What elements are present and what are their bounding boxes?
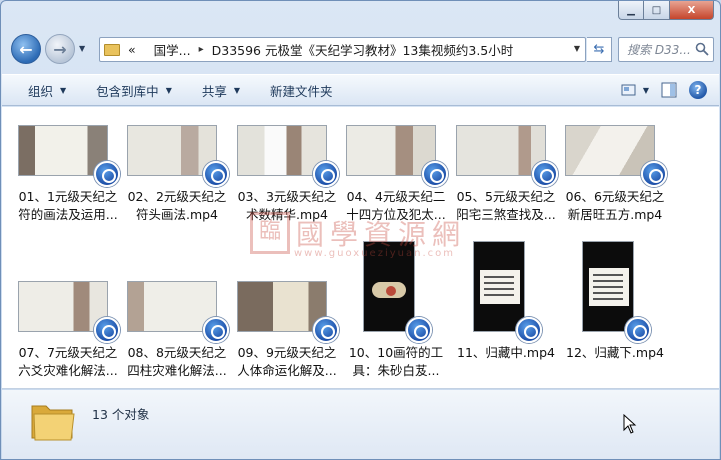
chevron-down-icon: ▼ <box>60 85 67 95</box>
explorer-window: ▁ □ X ← → ▼ « 国学... ▸ D33596 元极堂《天纪学习教材》… <box>0 0 721 460</box>
breadcrumb-separator[interactable]: ▸ <box>199 44 204 55</box>
address-bar[interactable]: « 国学... ▸ D33596 元极堂《天纪学习教材》13集视频约3.5小时 … <box>99 37 586 62</box>
file-name-line1: 06、6元级天纪之 <box>565 189 665 204</box>
media-player-icon <box>313 161 339 187</box>
chevron-down-icon: ▼ <box>233 85 241 95</box>
preview-pane-button[interactable] <box>661 82 677 98</box>
file-name-line2: 符的画法及运用... <box>18 207 118 222</box>
refresh-icon: ⇆ <box>593 42 605 57</box>
search-icon[interactable] <box>695 42 709 56</box>
preview-pane-icon <box>661 82 677 98</box>
folder-icon <box>31 405 75 441</box>
address-dropdown-icon[interactable]: ▼ <box>574 44 580 53</box>
media-player-icon <box>313 317 339 343</box>
new-folder-label: 新建文件夹 <box>270 83 333 99</box>
media-player-icon <box>532 161 558 187</box>
chevron-down-icon: ▼ <box>642 85 649 95</box>
media-player-icon <box>422 161 448 187</box>
file-name-line2: 具：朱砂白芨... <box>352 363 440 378</box>
search-input[interactable]: 搜索 D33... <box>618 37 714 62</box>
navigation-bar: ← → ▼ « 国学... ▸ D33596 元极堂《天纪学习教材》13集视频约… <box>9 31 714 67</box>
share-menu[interactable]: 共享 ▼ <box>202 81 240 100</box>
media-player-icon <box>203 317 229 343</box>
file-name-line2: 符头画法.mp4 <box>135 207 219 222</box>
file-name-line2: 新居旺五方.mp4 <box>567 207 663 222</box>
file-name-line2: 四柱灾难化解法... <box>127 363 227 378</box>
file-name-line1: 10、10画符的工 <box>348 345 444 360</box>
maximize-button[interactable]: □ <box>644 1 670 20</box>
breadcrumb-item[interactable]: 国学... <box>154 40 191 59</box>
view-controls: ▼ ? <box>609 81 707 99</box>
breadcrumb-item[interactable]: D33596 元极堂《天纪学习教材》13集视频约3.5小时 <box>212 40 514 59</box>
recent-pages-dropdown[interactable]: ▼ <box>79 44 85 53</box>
view-icon <box>621 84 636 96</box>
folder-icon <box>104 43 120 56</box>
mouse-cursor-icon <box>623 414 637 434</box>
chevron-down-icon: ▼ <box>165 85 172 95</box>
file-name-line1: 09、9元级天纪之 <box>237 345 337 360</box>
media-player-icon <box>406 317 432 343</box>
change-view-button[interactable]: ▼ <box>621 83 649 97</box>
file-name-line1: 01、1元级天纪之 <box>18 189 118 204</box>
media-player-icon <box>94 317 120 343</box>
video-thumbnail <box>473 241 525 332</box>
organize-menu[interactable]: 组织 ▼ <box>28 81 66 100</box>
video-thumbnail <box>363 241 415 332</box>
item-count: 13 个对象 <box>92 407 150 422</box>
command-bar: 组织 ▼ 包含到库中 ▼ 共享 ▼ 新建文件夹 ▼ ? <box>2 74 719 106</box>
arrow-right-icon: → <box>53 39 67 59</box>
media-player-icon <box>94 161 120 187</box>
include-library-label: 包含到库中 <box>96 83 159 99</box>
share-label: 共享 <box>201 83 227 99</box>
caption-buttons: ▁ □ X <box>618 1 714 20</box>
file-name-line1: 12、归藏下.mp4 <box>566 345 664 360</box>
file-name-line1: 08、8元级天纪之 <box>127 345 227 360</box>
file-name-line2: 术数精华.mp4 <box>245 207 329 222</box>
details-pane: 13 个对象 <box>2 390 719 459</box>
file-name-line1: 02、2元级天纪之 <box>127 189 227 204</box>
forward-button[interactable]: → <box>45 34 75 64</box>
video-thumbnail <box>582 241 634 332</box>
media-player-icon <box>516 317 542 343</box>
help-icon: ? <box>689 81 707 99</box>
file-name-line1: 03、3元级天纪之 <box>237 189 337 204</box>
file-name-line1: 07、7元级天纪之 <box>18 345 118 360</box>
organize-label: 组织 <box>28 83 54 99</box>
file-list[interactable]: 01、1元级天纪之 符的画法及运用... 02、2元级天纪之 符头画法.mp4 … <box>2 107 719 389</box>
include-library-menu[interactable]: 包含到库中 ▼ <box>96 81 172 100</box>
file-name-line2: 阳宅三煞查找及... <box>456 207 556 222</box>
file-name-line1: 11、归藏中.mp4 <box>457 345 555 360</box>
close-button[interactable]: X <box>670 1 714 20</box>
minimize-button[interactable]: ▁ <box>618 1 644 20</box>
media-player-icon <box>203 161 229 187</box>
new-folder-button[interactable]: 新建文件夹 <box>270 81 333 100</box>
back-button[interactable]: ← <box>11 34 41 64</box>
help-button[interactable]: ? <box>689 81 707 99</box>
file-name-line1: 04、4元级天纪二 <box>346 189 446 204</box>
file-name-line2: 六爻灾难化解法... <box>18 363 118 378</box>
address-chevron[interactable]: « <box>128 42 136 57</box>
file-name-line2: 人体命运化解及... <box>237 363 337 378</box>
arrow-left-icon: ← <box>19 39 33 59</box>
file-name-line2: 十四方位及犯太... <box>346 207 446 222</box>
file-name-line1: 05、5元级天纪之 <box>456 189 556 204</box>
refresh-button[interactable]: ⇆ <box>587 37 612 62</box>
media-player-icon <box>641 161 667 187</box>
search-placeholder: 搜索 D33... <box>627 43 691 57</box>
media-player-icon <box>625 317 651 343</box>
